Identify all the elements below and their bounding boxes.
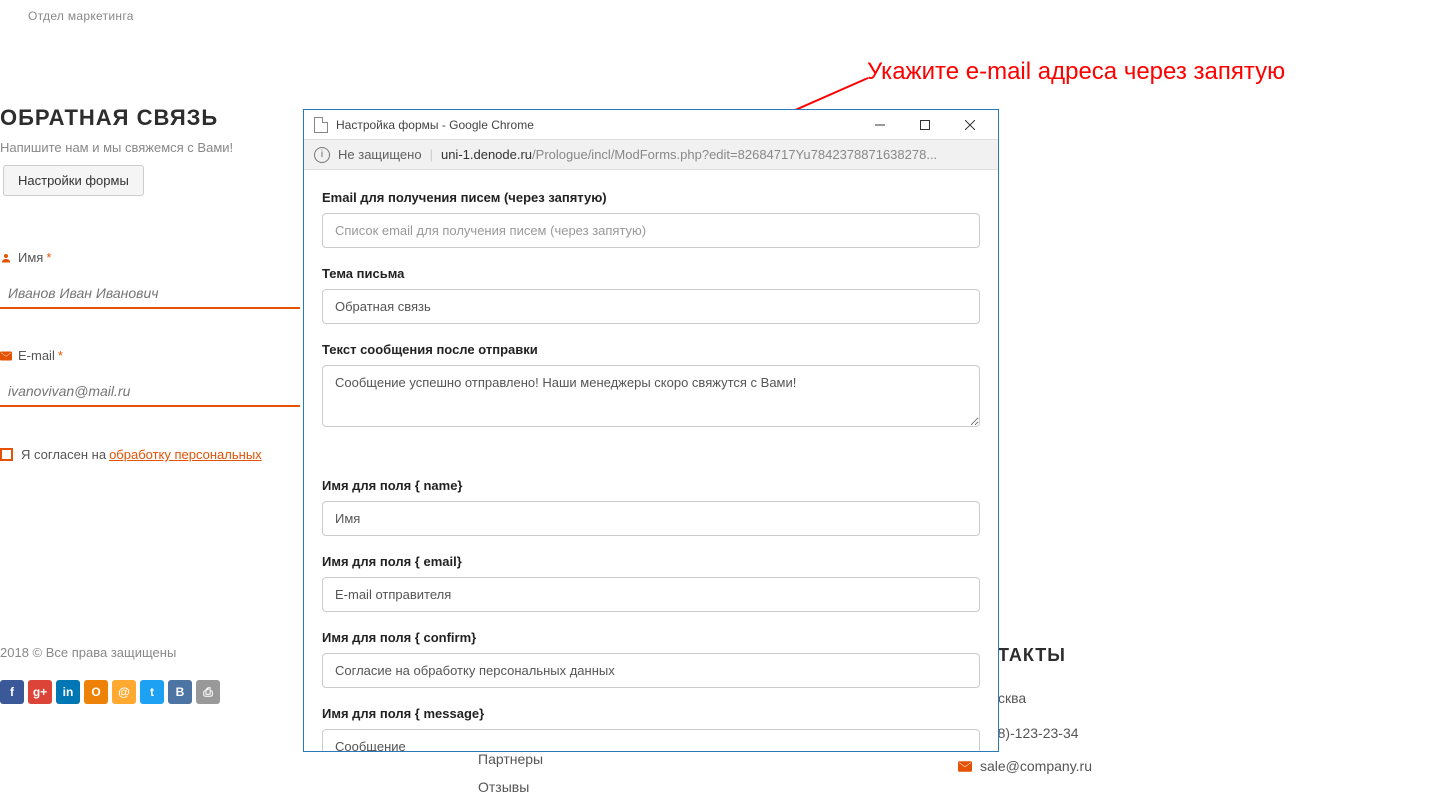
consent-link[interactable]: обработку персональных <box>109 447 262 462</box>
required-asterisk: * <box>58 348 63 363</box>
copyright-text: 2018 © Все права защищены <box>0 645 176 660</box>
contacts-city: сква <box>998 690 1026 706</box>
contacts-heading: ТАКТЫ <box>998 645 1066 666</box>
annotation-text: Укажите e-mail адреса через запятую <box>867 58 1285 86</box>
email-field-label: E-mail <box>18 348 55 363</box>
window-title: Настройка формы - Google Chrome <box>336 118 857 132</box>
contacts-email[interactable]: sale@company.ru <box>980 758 1092 774</box>
success-text-input[interactable] <box>322 365 980 427</box>
name-input[interactable] <box>0 281 300 309</box>
field-confirm-input[interactable] <box>322 653 980 688</box>
window-titlebar: Настройка формы - Google Chrome <box>304 110 998 140</box>
field-email-input[interactable] <box>322 577 980 612</box>
page-subtitle: Напишите нам и мы свяжемся с Вами! <box>0 140 233 155</box>
insecure-label: Не защищено <box>338 147 422 162</box>
google-plus-icon[interactable]: g+ <box>28 680 52 704</box>
social-icons-row: f g+ in O @ t B ⎙ <box>0 680 220 704</box>
success-text-label: Текст сообщения после отправки <box>322 342 980 357</box>
field-message-label: Имя для поля { message} <box>322 706 980 721</box>
vkontakte-icon[interactable]: B <box>168 680 192 704</box>
separator: | <box>430 147 433 162</box>
footer-link-reviews[interactable]: Отзывы <box>478 773 543 801</box>
twitter-icon[interactable]: t <box>140 680 164 704</box>
subject-label: Тема письма <box>322 266 980 281</box>
department-label: Отдел маркетинга <box>28 9 134 23</box>
form-settings-button[interactable]: Настройки формы <box>3 165 144 196</box>
field-message-input[interactable] <box>322 729 980 751</box>
subject-input[interactable] <box>322 289 980 324</box>
minimize-button[interactable] <box>857 111 902 139</box>
print-icon[interactable]: ⎙ <box>196 680 220 704</box>
moi-mir-icon[interactable]: @ <box>112 680 136 704</box>
email-input[interactable] <box>0 379 300 407</box>
document-icon <box>314 117 328 133</box>
mail-icon <box>0 351 12 361</box>
url-text: uni-1.denode.ru/Prologue/incl/ModForms.p… <box>441 147 988 162</box>
facebook-icon[interactable]: f <box>0 680 24 704</box>
address-bar[interactable]: i Не защищено | uni-1.denode.ru/Prologue… <box>304 140 998 170</box>
field-name-input[interactable] <box>322 501 980 536</box>
name-field-label: Имя <box>18 250 43 265</box>
emails-label: Email для получения писем (через запятую… <box>322 190 980 205</box>
mail-icon <box>958 761 972 772</box>
field-confirm-label: Имя для поля { confirm} <box>322 630 980 645</box>
consent-checkbox[interactable] <box>0 448 13 461</box>
consent-text: Я согласен на <box>21 447 106 462</box>
info-icon[interactable]: i <box>314 147 330 163</box>
page-title: ОБРАТНАЯ СВЯЗЬ <box>0 105 218 131</box>
odnoklassniki-icon[interactable]: O <box>84 680 108 704</box>
popup-window: Настройка формы - Google Chrome i Не защ… <box>303 109 999 752</box>
emails-input[interactable] <box>322 213 980 248</box>
popup-content[interactable]: Email для получения писем (через запятую… <box>304 170 998 751</box>
field-email-label: Имя для поля { email} <box>322 554 980 569</box>
linkedin-icon[interactable]: in <box>56 680 80 704</box>
required-asterisk: * <box>46 250 51 265</box>
user-icon <box>0 252 12 264</box>
maximize-button[interactable] <box>902 111 947 139</box>
close-button[interactable] <box>947 111 992 139</box>
field-name-label: Имя для поля { name} <box>322 478 980 493</box>
